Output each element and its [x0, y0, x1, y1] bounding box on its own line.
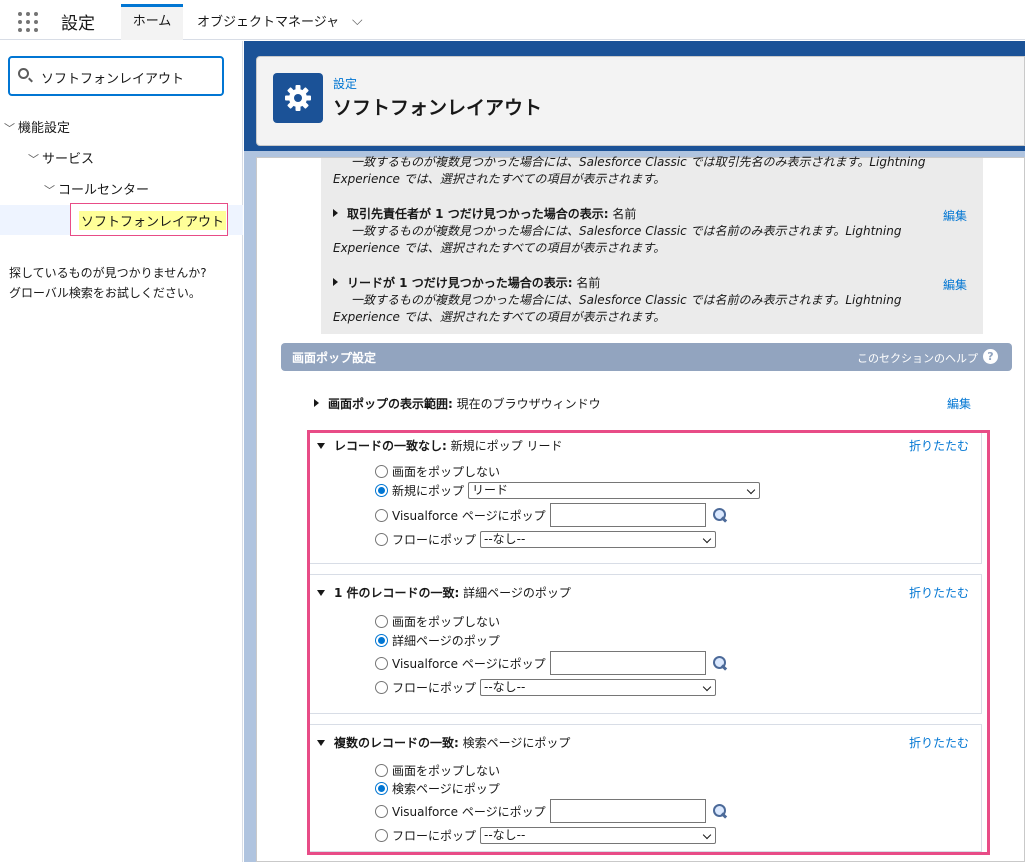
gear-icon: [273, 73, 323, 123]
not-found-help: 探しているものが見つかりませんか? グローバル検索をお試しください。: [9, 263, 207, 303]
account-desc-line-1: 一致するものが複数見つかった場合には、Salesforce Classic では…: [351, 155, 926, 169]
lead-display-value: 名前: [576, 276, 601, 290]
not-found-line-1: 探しているものが見つかりませんか?: [9, 266, 207, 280]
account-desc-line-2: Experience では、選択されたすべての項目が表示されます。: [333, 172, 666, 186]
tree-item-service[interactable]: ﹀ サービス: [28, 148, 94, 167]
chevron-down-icon[interactable]: ⌵: [352, 13, 363, 29]
expand-icon[interactable]: [333, 209, 338, 217]
edit-lead-link[interactable]: 編集: [943, 276, 967, 293]
section-help-link[interactable]: このセクションのヘルプ: [857, 350, 978, 366]
screen-pop-range-item[interactable]: 画面ポップの表示範囲: 現在のブラウザウィンドウ: [314, 395, 601, 412]
quick-find-input[interactable]: ソフトフォンレイアウト: [8, 56, 224, 96]
screen-pop-section-header: 画面ポップ設定 このセクションのヘルプ ?: [281, 343, 1012, 371]
tab-object-manager[interactable]: オブジェクトマネージャ: [197, 11, 339, 30]
tab-home[interactable]: ホーム: [121, 4, 183, 40]
quick-find-value[interactable]: ソフトフォンレイアウト: [41, 68, 184, 87]
lead-display-label: リードが 1 つだけ見つかった場合の表示:: [347, 276, 573, 290]
help-icon[interactable]: ?: [983, 349, 998, 364]
contact-desc-line-1: 一致するものが複数見つかった場合には、Salesforce Classic では…: [351, 224, 902, 238]
lead-display-item[interactable]: リードが 1 つだけ見つかった場合の表示: 名前: [333, 275, 600, 292]
contact-display-label: 取引先責任者が 1 つだけ見つかった場合の表示:: [347, 207, 609, 221]
tree-label: 機能設定: [18, 121, 71, 136]
expand-icon[interactable]: [333, 278, 338, 286]
tree-label: コールセンター: [58, 183, 150, 198]
contact-display-item[interactable]: 取引先責任者が 1 つだけ見つかった場合の表示: 名前: [333, 206, 636, 223]
search-icon: [18, 68, 29, 79]
chevron-down-icon[interactable]: ﹀: [44, 182, 58, 198]
tree-label: サービス: [42, 152, 95, 167]
pop-range-value: 現在のブラウザウィンドウ: [456, 397, 601, 411]
lead-desc-line-1: 一致するものが複数見つかった場合には、Salesforce Classic では…: [351, 293, 902, 307]
page-title: ソフトフォンレイアウト: [333, 97, 543, 119]
tree-item-feature-settings[interactable]: ﹀ 機能設定: [4, 117, 70, 136]
expand-icon[interactable]: [314, 399, 319, 407]
setup-sidebar: ソフトフォンレイアウト ﹀ 機能設定 ﹀ サービス ﹀ コールセンター ソフトフォンレ…: [0, 41, 243, 862]
breadcrumb[interactable]: 設定: [333, 75, 357, 92]
page-header: 設定 ソフトフォンレイアウト: [256, 56, 1025, 146]
tree-label-highlighted: ソフトフォンレイアウト: [79, 211, 227, 230]
tree-item-call-center[interactable]: ﹀ コールセンター: [44, 179, 149, 198]
not-found-line-2: グローバル検索をお試しください。: [9, 286, 201, 300]
highlight-frame: [307, 430, 990, 855]
edit-pop-range-link[interactable]: 編集: [947, 395, 971, 412]
content-card: 一致するものが複数見つかった場合には、Salesforce Classic では…: [256, 155, 1025, 862]
contact-display-value: 名前: [612, 207, 637, 221]
edit-contact-link[interactable]: 編集: [943, 207, 967, 224]
section-title: 画面ポップ設定: [292, 351, 377, 365]
chevron-down-icon[interactable]: ﹀: [4, 120, 18, 136]
tree-item-softphone-layouts[interactable]: ソフトフォンレイアウト: [70, 203, 228, 236]
contact-desc-line-2: Experience では、選択されたすべての項目が表示されます。: [333, 241, 666, 255]
chevron-down-icon[interactable]: ﹀: [28, 151, 42, 167]
display-settings-box: 一致するものが複数見つかった場合には、Salesforce Classic では…: [321, 155, 983, 334]
lead-desc-line-2: Experience では、選択されたすべての項目が表示されます。: [333, 310, 666, 324]
app-launcher-icon[interactable]: [18, 12, 38, 32]
pop-range-label: 画面ポップの表示範囲:: [328, 397, 453, 411]
app-name: 設定: [61, 14, 95, 34]
global-header: 設定 ホーム オブジェクトマネージャ ⌵: [0, 0, 1025, 40]
